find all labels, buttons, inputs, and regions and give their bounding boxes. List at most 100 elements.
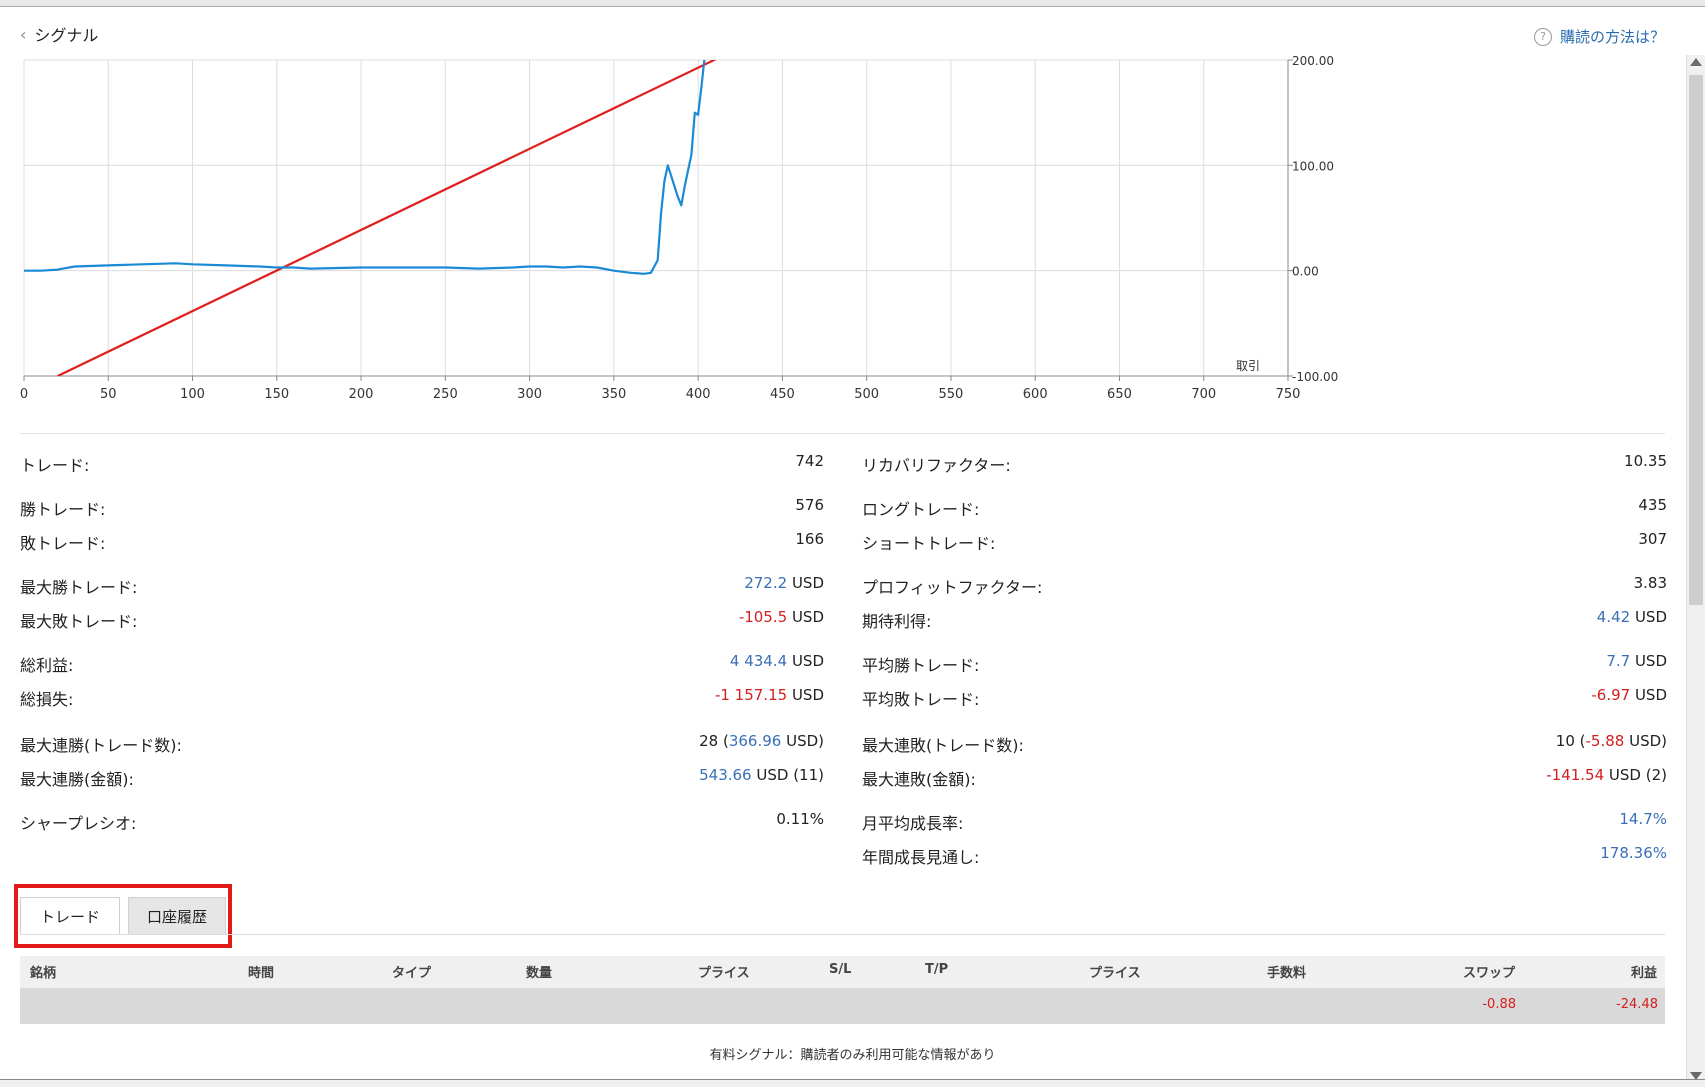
vertical-scrollbar[interactable] [1686, 55, 1705, 1086]
stat-value-unit: USD (2) [1604, 766, 1667, 784]
stat-value-number: 272.2 [744, 574, 788, 592]
stat-value-prefix: 10 ( [1555, 732, 1586, 750]
x-tick-label: 400 [686, 387, 711, 402]
stat-value: 435 [1638, 496, 1667, 514]
stat-value: 7.7 USD [1606, 652, 1667, 670]
stat-label: 最大敗トレード: [20, 612, 138, 631]
stat-label: ショートトレード: [862, 534, 996, 553]
stat-value: 742 [795, 452, 824, 470]
stat-value-number: -105.5 [738, 608, 788, 626]
stat-value-unit: USD [787, 686, 824, 704]
tab-trades[interactable]: トレード [20, 897, 120, 935]
stat-value: 307 [1638, 530, 1667, 548]
stat-value-number: 178.36% [1600, 844, 1667, 862]
x-tick-label: 750 [1276, 387, 1301, 402]
col-time: 時間 [248, 966, 275, 981]
stat-value-number: 7.7 [1606, 652, 1631, 670]
stat-value-number: 14.7% [1619, 810, 1667, 828]
col-volume: 数量 [526, 966, 553, 981]
help-link-label: 購読の方法は？ [1559, 28, 1665, 46]
stat-value-unit: USD) [1624, 732, 1667, 750]
col-tp: T/P [925, 962, 949, 977]
stat-value-number: -141.54 [1546, 766, 1605, 784]
stat-value: 166 [795, 530, 824, 548]
col-swap: スワップ [1462, 966, 1515, 981]
paid-signal-note: 有料シグナル：購読者のみ利用可能な情報があり [709, 1048, 996, 1063]
col-open-price: プライス [698, 966, 750, 981]
window-top-border [0, 0, 1705, 7]
stat-value-unit: USD) [781, 732, 824, 750]
scroll-up-arrow-icon[interactable] [1690, 58, 1702, 66]
trend-series-line [57, 60, 717, 376]
y-tick-label: -100.00 [1292, 370, 1338, 384]
stat-label: シャープレシオ: [20, 814, 137, 833]
stat-value: 4 434.4 USD [730, 652, 824, 670]
stat-value: -105.5 USD [739, 608, 824, 626]
stat-value: 10 (-5.88 USD) [1556, 732, 1667, 750]
x-tick-label: 700 [1191, 387, 1216, 402]
y-tick-label: 100.00 [1292, 159, 1334, 173]
tab-account-history-label: 口座履歴 [146, 907, 207, 926]
col-symbol: 銘柄 [30, 966, 57, 981]
x-tick-label: 200 [349, 387, 374, 402]
tab-account-history[interactable]: 口座履歴 [128, 897, 226, 935]
x-tick-label: 650 [1107, 387, 1132, 402]
stat-value-unit: USD [787, 608, 824, 626]
stat-value-number: -6.97 [1591, 686, 1631, 704]
col-commission: 手数料 [1267, 966, 1307, 981]
y-tick-label: 200.00 [1292, 54, 1334, 68]
stat-label: 勝トレード: [20, 500, 106, 519]
stat-value: 178.36% [1600, 844, 1667, 862]
help-link[interactable]: ? 購読の方法は？ [1533, 26, 1665, 47]
stat-value: 543.66 USD (11) [699, 766, 824, 784]
x-tick-label: 50 [100, 387, 117, 402]
stat-value: 272.2 USD [744, 574, 824, 592]
stat-label: 最大連敗(トレード数): [862, 736, 1024, 755]
tab-trades-label: トレード [39, 908, 100, 926]
stat-label: 総損失: [20, 690, 74, 709]
stat-label: 月平均成長率: [862, 814, 964, 833]
stat-value-unit: USD [1630, 652, 1667, 670]
stat-value-prefix: 28 ( [699, 732, 729, 750]
stat-label: プロフィットファクター: [862, 578, 1043, 597]
y-tick-label: 0.00 [1292, 265, 1319, 279]
question-icon: ? [1533, 27, 1552, 46]
stat-value-unit: USD (11) [751, 766, 824, 784]
back-button[interactable]: ‹ シグナル [20, 22, 98, 46]
row-profit: -24.48 [1616, 997, 1658, 1012]
stat-value: -6.97 USD [1591, 686, 1667, 704]
row-swap: -0.88 [1482, 997, 1516, 1012]
stat-value-unit: USD [787, 574, 824, 592]
growth-chart: 0 50 100 150 200 250 300 350 400 450 500 550 600 650 7… [20, 54, 1338, 402]
chevron-left-icon: ‹ [20, 24, 27, 44]
tabs-underline [20, 934, 1665, 935]
x-tick-label: 250 [433, 387, 458, 402]
stat-label: 敗トレード: [20, 534, 106, 553]
balance-series-line [24, 60, 706, 275]
stat-label: 最大勝トレード: [20, 578, 138, 597]
x-tick-label: 450 [770, 387, 795, 402]
x-tick-label: 300 [517, 387, 542, 402]
stat-value: -1 157.15 USD [715, 686, 824, 704]
stat-label: 期待利得: [862, 612, 932, 631]
x-tick-label: 0 [20, 387, 28, 402]
stat-value: 576 [795, 496, 824, 514]
stat-value-unit: USD [1630, 608, 1667, 626]
scrollbar-thumb[interactable] [1689, 75, 1703, 605]
x-tick-label: 600 [1023, 387, 1048, 402]
col-profit: 利益 [1630, 966, 1657, 981]
table-row[interactable] [20, 988, 1665, 1024]
col-type: タイプ [392, 966, 432, 981]
stat-label: 最大連勝(金額): [20, 770, 134, 789]
stat-label: リカバリファクター: [862, 456, 1011, 475]
page-title: シグナル [34, 26, 99, 45]
stat-value: -141.54 USD (2) [1546, 766, 1667, 784]
col-sl: S/L [829, 962, 852, 977]
x-tick-label: 550 [939, 387, 964, 402]
stat-value: 28 (366.96 USD) [699, 732, 824, 750]
x-tick-label: 500 [854, 387, 879, 402]
x-axis-label: 取引 [1236, 359, 1260, 373]
x-tick-label: 150 [264, 387, 289, 402]
stat-label: ロングトレード: [862, 500, 980, 519]
stat-value: 4.42 USD [1597, 608, 1667, 626]
